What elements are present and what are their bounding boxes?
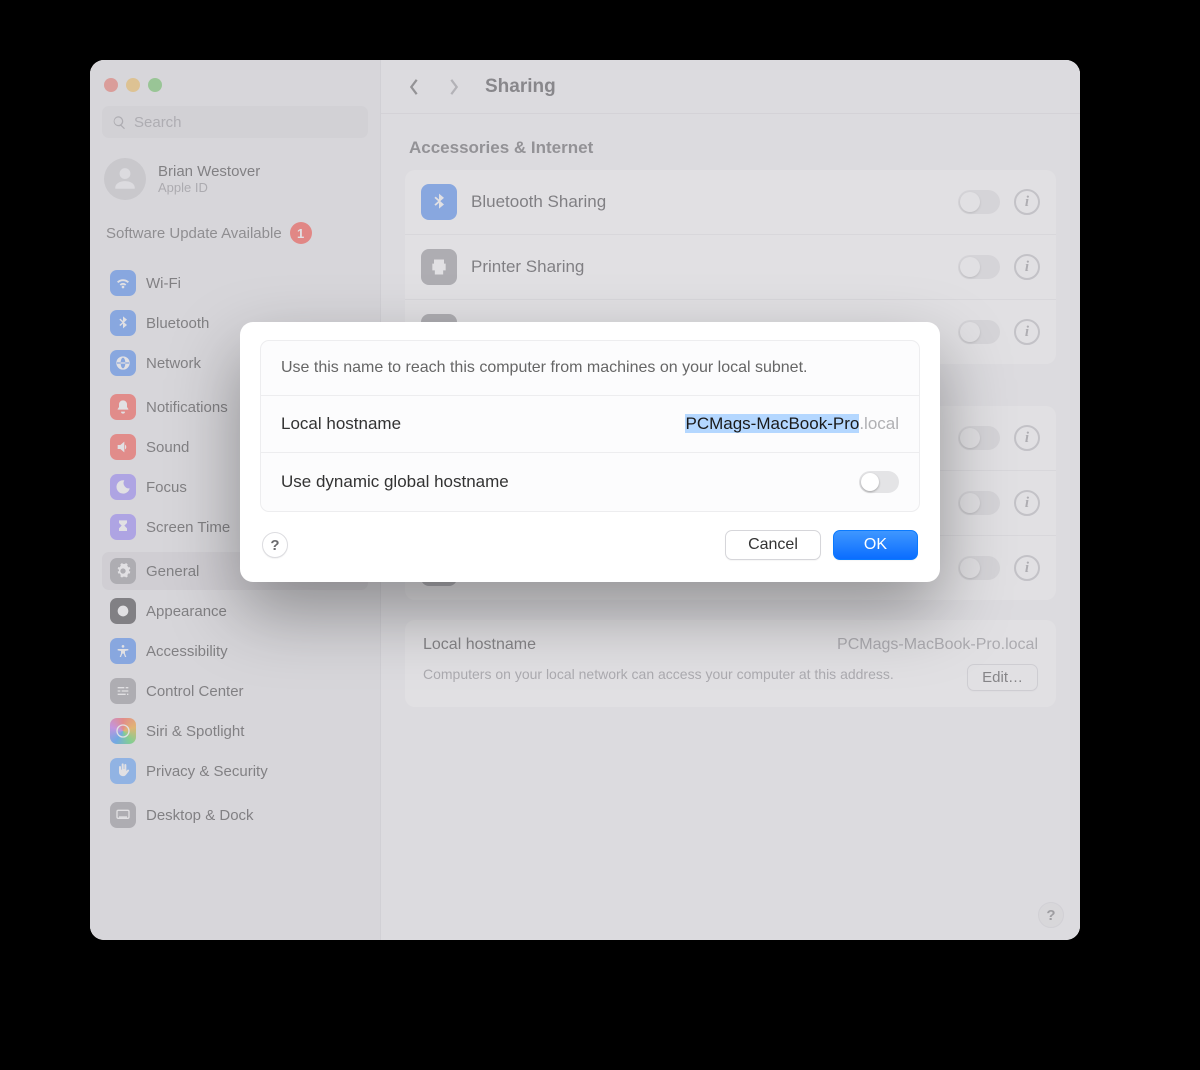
dynamic-hostname-toggle[interactable] (859, 471, 899, 493)
hostname-suffix: .local (859, 414, 899, 433)
cancel-button[interactable]: Cancel (725, 530, 821, 560)
hostname-field-label: Local hostname (281, 414, 401, 434)
hostname-input[interactable]: PCMags-MacBook-Pro.local (685, 414, 899, 434)
dialog-description: Use this name to reach this computer fro… (281, 359, 899, 377)
help-button[interactable]: ? (262, 532, 288, 558)
edit-hostname-dialog: Use this name to reach this computer fro… (240, 322, 940, 582)
hostname-editable: PCMags-MacBook-Pro (685, 414, 859, 433)
dynamic-hostname-label: Use dynamic global hostname (281, 472, 509, 492)
ok-button[interactable]: OK (833, 530, 918, 560)
